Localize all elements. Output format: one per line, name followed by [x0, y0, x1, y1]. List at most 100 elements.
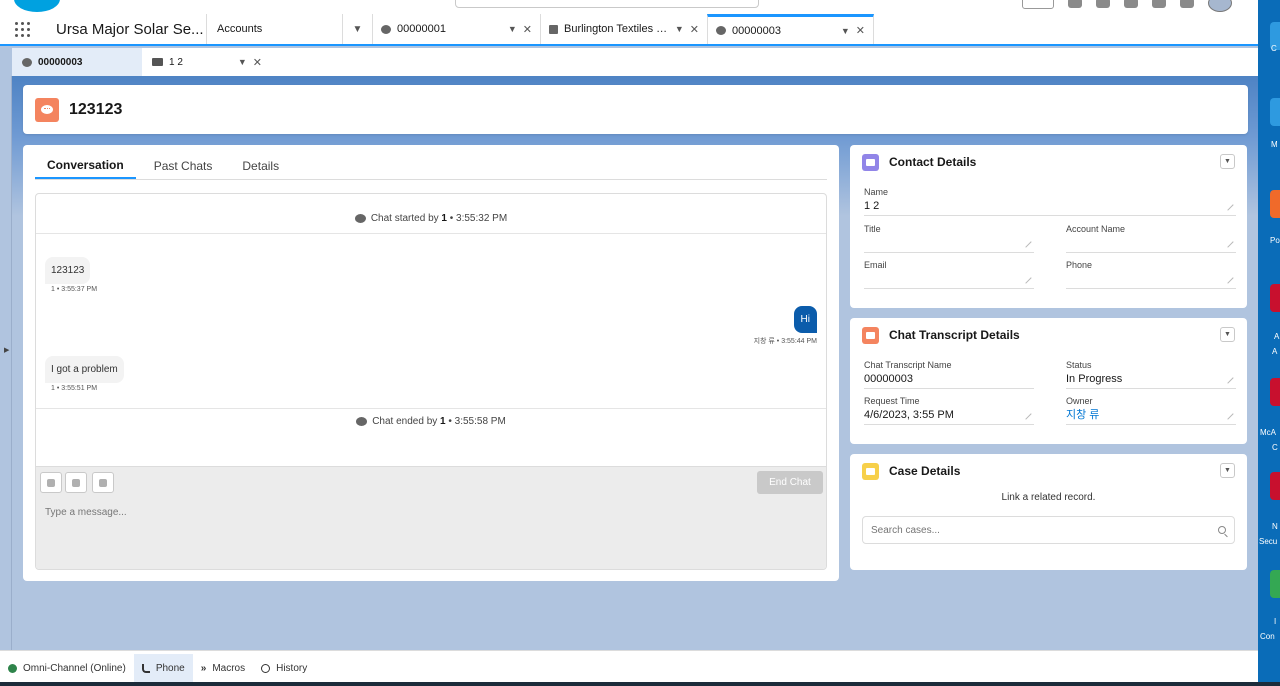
edit-pencil-icon[interactable] — [1020, 272, 1032, 284]
message-input-area — [36, 498, 826, 569]
edit-pencil-icon[interactable] — [1222, 199, 1234, 211]
field-label: Status — [1066, 360, 1092, 370]
workspace-tab[interactable]: Burlington Textiles C... ▼ ✕ — [540, 14, 707, 44]
field-value — [1066, 234, 1236, 253]
global-search-input[interactable] — [455, 0, 759, 8]
field-status: Status In Progress — [1066, 360, 1236, 389]
nav-menu-dropdown[interactable]: ▼ — [342, 14, 372, 44]
utility-history[interactable]: History — [253, 654, 315, 684]
desktop-shortcut-label: N — [1272, 522, 1278, 531]
workspace-tab[interactable]: 00000001 ▼ ✕ — [372, 14, 540, 44]
close-icon[interactable]: ✕ — [856, 24, 865, 37]
utility-phone[interactable]: Phone — [133, 653, 193, 684]
attach-file-button[interactable] — [40, 472, 62, 493]
quick-text-button[interactable] — [92, 472, 114, 493]
message-meta: 1 • 3:55:51 PM — [51, 385, 98, 392]
desktop-shortcut-label: McA — [1260, 428, 1276, 437]
setup-gear-icon[interactable] — [1152, 0, 1166, 8]
card-menu-button[interactable]: ▼ — [1220, 327, 1235, 342]
edit-pencil-icon[interactable] — [1222, 372, 1234, 384]
tab-past-chats[interactable]: Past Chats — [142, 152, 225, 179]
tab-details[interactable]: Details — [230, 152, 291, 179]
field-value — [864, 270, 1034, 289]
highlights-panel: 123123 — [23, 85, 1248, 134]
edit-pencil-icon[interactable] — [1020, 236, 1032, 248]
card-title: Case Details — [889, 464, 961, 478]
chat-ended-event: Chat ended by 1 • 3:55:58 PM — [36, 416, 826, 427]
field-label: Phone — [1066, 260, 1093, 270]
contact-icon — [862, 153, 879, 171]
chevron-right-icon: ▶ — [4, 347, 10, 354]
edit-pencil-icon[interactable] — [1020, 408, 1032, 420]
nav-item-accounts[interactable]: Accounts — [206, 14, 342, 44]
card-menu-button[interactable]: ▼ — [1220, 154, 1235, 169]
field-label: Name — [864, 187, 889, 197]
close-icon[interactable]: ✕ — [253, 56, 262, 69]
event-text: Chat ended by 1 • 3:55:58 PM — [372, 416, 506, 427]
desktop-shortcut-icon[interactable] — [1270, 284, 1280, 312]
desktop-shortcut-icon[interactable] — [1270, 570, 1280, 598]
desktop-shortcut-icon[interactable] — [1270, 98, 1280, 126]
trailhead-icon[interactable] — [1096, 0, 1110, 8]
message-input[interactable] — [36, 498, 826, 569]
tab-conversation[interactable]: Conversation — [35, 152, 136, 179]
message-meta: 지창 류 • 3:55:44 PM — [753, 338, 817, 345]
conversation-card: Conversation Past Chats Details Chat sta… — [23, 145, 839, 581]
utility-macros[interactable]: » Macros — [193, 654, 253, 684]
chevron-down-icon[interactable]: ▼ — [238, 57, 247, 67]
edit-pencil-icon[interactable] — [1222, 408, 1234, 420]
sidebar-collapse-handle[interactable]: ▶ — [0, 76, 12, 650]
edit-pencil-icon[interactable] — [1222, 272, 1234, 284]
desktop-shortcut-label: A — [1274, 332, 1280, 341]
desktop-shortcut-icon[interactable] — [1270, 190, 1280, 218]
user-avatar[interactable] — [1208, 0, 1232, 12]
conversation-tabs: Conversation Past Chats Details — [35, 152, 827, 180]
desktop-shortcut-label: Po — [1270, 236, 1280, 245]
transfer-icon — [72, 478, 80, 487]
case-search-input[interactable] — [871, 524, 1171, 536]
chat-icon — [716, 26, 726, 35]
chevron-down-icon[interactable]: ▼ — [841, 26, 850, 36]
search-icon — [1218, 526, 1226, 534]
notifications-bell-icon[interactable] — [1180, 0, 1194, 8]
workspace-tab-active[interactable]: 00000003 ▼ ✕ — [707, 14, 874, 44]
subtab-chat[interactable]: 00000003 — [12, 48, 142, 76]
favorites-icon[interactable] — [1022, 0, 1054, 9]
card-menu-button[interactable]: ▼ — [1220, 463, 1235, 478]
chat-icon — [354, 214, 366, 223]
desktop-shortcut-icon[interactable] — [1270, 472, 1280, 500]
chevron-down-icon[interactable]: ▼ — [675, 24, 684, 34]
utility-label: Omni-Channel (Online) — [23, 663, 126, 674]
end-chat-button[interactable]: End Chat — [757, 471, 823, 494]
chat-icon — [381, 24, 391, 34]
help-icon[interactable] — [1124, 0, 1138, 8]
close-icon[interactable]: ✕ — [690, 23, 699, 36]
owner-link[interactable]: 지창 류 — [1066, 406, 1236, 425]
record-page: 123123 Conversation Past Chats Details C… — [12, 76, 1258, 650]
workspace-tab-label: 00000003 — [732, 24, 781, 37]
chat-transcript-details-card: Chat Transcript Details ▼ Chat Transcrip… — [850, 318, 1247, 444]
field-email: Email — [864, 260, 1034, 289]
event-text: Chat started by 1 • 3:55:32 PM — [370, 213, 508, 224]
workspace-tab-label: Burlington Textiles C... — [564, 23, 669, 35]
chat-transcript-icon — [862, 326, 879, 344]
edit-pencil-icon[interactable] — [1222, 236, 1234, 248]
chevron-down-icon[interactable]: ▼ — [508, 24, 517, 34]
global-actions-icon[interactable] — [1068, 0, 1082, 8]
subtab-label: 00000003 — [38, 56, 83, 68]
desktop-shortcut-icon[interactable] — [1270, 378, 1280, 406]
field-label: Title — [864, 224, 881, 234]
app-launcher-button[interactable] — [0, 14, 44, 44]
subtab-bar: 00000003 1 2 ▼ ✕ — [12, 48, 1258, 76]
utility-omni-channel[interactable]: Omni-Channel (Online) — [0, 654, 134, 684]
chat-toolbar: End Chat — [36, 466, 826, 498]
transfer-button[interactable] — [65, 472, 87, 493]
card-header: Case Details — [862, 454, 960, 488]
close-icon[interactable]: ✕ — [523, 23, 532, 36]
message-bubble-outbound: Hi — [793, 306, 817, 333]
subtab-contact[interactable]: 1 2 ▼ ✕ — [142, 48, 272, 76]
salesforce-logo[interactable] — [14, 0, 60, 12]
field-title: Title — [864, 224, 1034, 253]
chat-transcript-icon — [35, 97, 59, 122]
waffle-icon — [14, 21, 30, 37]
